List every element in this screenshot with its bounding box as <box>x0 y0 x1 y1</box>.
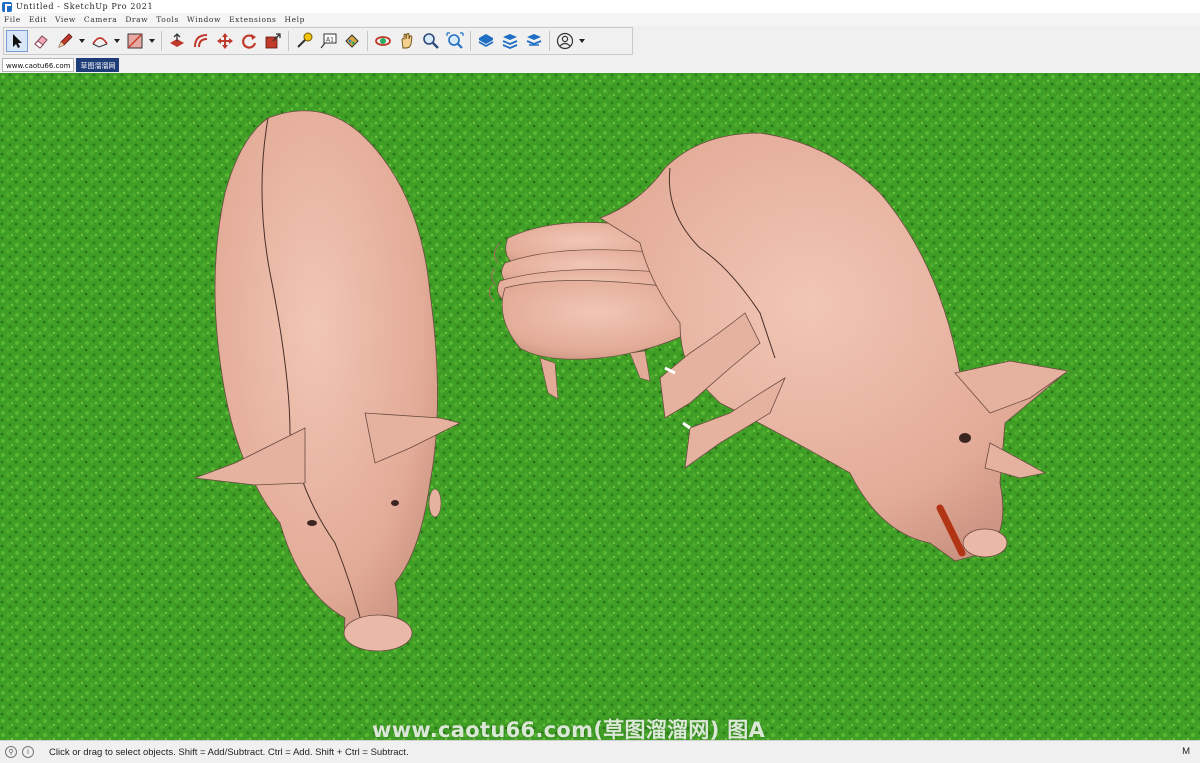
account-dropdown[interactable] <box>578 30 586 52</box>
paint-bucket-icon <box>345 34 359 48</box>
scene-tab-active[interactable]: 草图溜溜网 <box>76 58 120 72</box>
menu-help[interactable]: Help <box>285 15 306 24</box>
pan-tool-button[interactable] <box>396 30 418 52</box>
arc-tool-dropdown[interactable] <box>113 30 121 52</box>
toolbar-separator <box>367 31 368 51</box>
warehouse-icon <box>478 34 494 48</box>
toolbar-separator <box>161 31 162 51</box>
chevron-down-icon <box>579 39 585 43</box>
3d-warehouse-tool-button[interactable] <box>475 30 497 52</box>
toolbar-separator <box>288 31 289 51</box>
watermark-text: www.caotu66.com(草图溜溜网) 图A <box>372 718 766 740</box>
move-icon <box>217 33 233 49</box>
tape-measure-tool-button[interactable] <box>293 30 315 52</box>
text-tool-button[interactable]: A1 <box>317 30 339 52</box>
extension-warehouse-tool-button[interactable] <box>499 30 521 52</box>
scene-tab-caotu66[interactable]: www.caotu66.com <box>2 58 75 72</box>
chevron-down-icon <box>114 39 120 43</box>
rotate-tool-button[interactable] <box>238 30 260 52</box>
scale-tool-button[interactable] <box>262 30 284 52</box>
paint-bucket-tool-button[interactable] <box>341 30 363 52</box>
scale-icon <box>265 33 281 49</box>
arrow-cursor-icon <box>13 34 22 48</box>
chevron-down-icon <box>149 39 155 43</box>
zoom-extents-tool-button[interactable] <box>444 30 466 52</box>
extension-icon <box>502 34 518 49</box>
scene-tabs: www.caotu66.com 草图溜溜网 <box>0 56 1200 72</box>
info-icon[interactable]: i <box>22 746 34 758</box>
viewport-canvas[interactable] <box>0 73 1200 740</box>
menu-view[interactable]: View <box>55 15 76 24</box>
main-toolbar: A1 <box>3 27 633 55</box>
select-tool-button[interactable] <box>6 30 28 52</box>
measurements-label: M <box>1182 746 1190 757</box>
arc-icon <box>92 37 108 48</box>
rectangle-icon <box>127 33 143 49</box>
menu-extensions[interactable]: Extensions <box>229 15 276 24</box>
title-bar: Untitled - SketchUp Pro 2021 <box>0 0 1200 13</box>
menu-window[interactable]: Window <box>187 15 221 24</box>
status-message: Click or drag to select objects. Shift =… <box>49 746 409 758</box>
menu-file[interactable]: File <box>4 15 21 24</box>
chevron-down-icon <box>79 39 85 43</box>
toolbar-separator <box>549 31 550 51</box>
menu-camera[interactable]: Camera <box>84 15 117 24</box>
model-viewport[interactable]: www.caotu66.com(草图溜溜网) 图A <box>0 73 1200 740</box>
hand-icon <box>401 33 413 49</box>
svg-text:A1: A1 <box>326 37 334 44</box>
eraser-icon <box>34 35 48 49</box>
menu-bar: File Edit View Camera Draw Tools Window … <box>0 13 1200 26</box>
rectangle-tool-dropdown[interactable] <box>148 30 156 52</box>
account-tool-button[interactable] <box>554 30 576 52</box>
orbit-tool-button[interactable] <box>372 30 394 52</box>
status-bar: ⚲ i Click or drag to select objects. Shi… <box>0 740 1200 763</box>
magnifier-icon <box>423 33 439 49</box>
move-tool-button[interactable] <box>214 30 236 52</box>
toolbar-separator <box>470 31 471 51</box>
rotate-icon <box>242 34 257 49</box>
text-icon: A1 <box>320 33 337 49</box>
window-title: Untitled - SketchUp Pro 2021 <box>16 2 154 11</box>
layout-icon <box>526 34 542 46</box>
line-tool-dropdown[interactable] <box>78 30 86 52</box>
line-tool-button[interactable] <box>54 30 76 52</box>
rectangle-tool-button[interactable] <box>124 30 146 52</box>
offset-icon <box>194 34 208 48</box>
geo-location-icon[interactable]: ⚲ <box>5 746 17 758</box>
arc-tool-button[interactable] <box>89 30 111 52</box>
menu-draw[interactable]: Draw <box>125 15 148 24</box>
offset-tool-button[interactable] <box>190 30 212 52</box>
push-pull-icon <box>170 33 184 47</box>
zoom-tool-button[interactable] <box>420 30 442 52</box>
account-icon <box>556 32 574 50</box>
pencil-icon <box>58 33 73 48</box>
eraser-tool-button[interactable] <box>30 30 52 52</box>
zoom-extents-icon <box>446 32 464 49</box>
layout-tool-button[interactable] <box>523 30 545 52</box>
menu-edit[interactable]: Edit <box>29 15 47 24</box>
sketchup-logo-icon <box>2 1 12 12</box>
orbit-icon <box>375 36 391 46</box>
push-pull-tool-button[interactable] <box>166 30 188 52</box>
tape-measure-icon <box>297 32 313 48</box>
menu-tools[interactable]: Tools <box>156 15 179 24</box>
